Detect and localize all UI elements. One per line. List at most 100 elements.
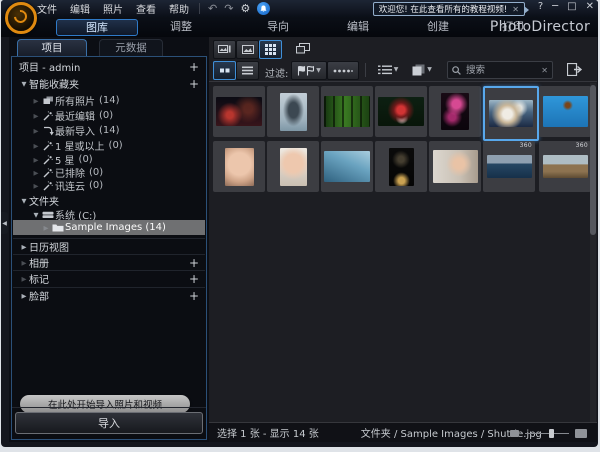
stack-options-button[interactable]: ▼: [407, 61, 437, 78]
list-view-button[interactable]: [236, 61, 259, 80]
project-header-row[interactable]: 项目 - admin +: [13, 59, 205, 74]
thumbnail-dark-legs[interactable]: [375, 141, 427, 192]
flag-filter-button[interactable]: ▼: [291, 61, 327, 80]
thumbnail-snowboarder[interactable]: [539, 86, 591, 137]
tags-row[interactable]: ▶ 标记 +: [13, 270, 205, 286]
close-button[interactable]: ✕: [586, 1, 594, 12]
expand-arrow-icon[interactable]: ▶: [19, 243, 29, 251]
import-button[interactable]: 导入: [15, 412, 203, 434]
calendar-view-row[interactable]: ▶ 日历视图: [13, 238, 205, 254]
thumbnail-pano-sea[interactable]: 360: [483, 141, 535, 192]
import-hint-callout[interactable]: 在此处开始导入照片和视频: [20, 395, 190, 413]
folders-header-row[interactable]: ▼ 文件夹: [13, 193, 205, 208]
tree-item-recently-edited[interactable]: ▶ 最近编辑 (0): [13, 108, 205, 123]
collapse-arrow-icon[interactable]: ▼: [31, 211, 41, 219]
sort-options-button[interactable]: ▼: [373, 61, 403, 78]
export-button[interactable]: [563, 60, 587, 78]
thumbnail-bridge-night[interactable]: [213, 86, 265, 137]
add-tag-icon[interactable]: +: [189, 274, 199, 284]
tree-item-label: 讯连云: [55, 178, 85, 193]
tab-adjust[interactable]: 调整: [151, 19, 211, 34]
item-count: (14): [99, 95, 120, 106]
faces-row[interactable]: ▶ 脸部 +: [13, 287, 205, 303]
thumbnail-neon-signs[interactable]: [429, 86, 481, 137]
panel-collapse-handle[interactable]: ◀: [1, 212, 8, 234]
zoom-out-thumbnail-icon[interactable]: [510, 430, 519, 437]
undo-icon[interactable]: ↶: [208, 2, 217, 15]
tree-item-one-star-up[interactable]: ▶ 1 星或以上 (0): [13, 138, 205, 153]
thumbnail-forest[interactable]: [321, 86, 373, 137]
menu-photo[interactable]: 照片: [103, 1, 123, 16]
settings-gear-icon[interactable]: ⚙: [240, 2, 250, 15]
notification-bell-icon[interactable]: [257, 2, 270, 15]
expand-arrow-icon[interactable]: ▶: [19, 292, 29, 300]
thumbnail-red-flower[interactable]: [375, 86, 427, 137]
rating-dots-filter-button[interactable]: [327, 61, 359, 80]
smart-collection-header[interactable]: ▼ 智能收藏夹 +: [13, 76, 205, 91]
expand-arrow-icon[interactable]: ▶: [19, 259, 29, 267]
view-photo-button[interactable]: [236, 40, 259, 59]
expand-arrow-icon[interactable]: ▶: [31, 142, 41, 150]
vertical-scrollbar[interactable]: [590, 83, 596, 422]
maximize-button[interactable]: □: [567, 1, 576, 12]
tab-guided[interactable]: 导向: [248, 19, 308, 34]
redo-icon[interactable]: ↷: [224, 2, 233, 15]
search-input[interactable]: [464, 64, 538, 77]
scrollbar-thumb[interactable]: [590, 85, 596, 235]
expand-arrow-icon[interactable]: ▶: [31, 182, 41, 190]
tree-item-label: 最新导入: [55, 123, 95, 138]
zoom-slider-handle[interactable]: [549, 429, 554, 438]
tab-create[interactable]: 创建: [408, 19, 468, 34]
clear-search-icon[interactable]: ✕: [541, 66, 548, 75]
tab-library[interactable]: 图库: [56, 19, 138, 36]
minimize-button[interactable]: ─: [552, 1, 558, 12]
module-tab-bar: 图库 调整 导向 编辑 创建 打印 PhotoDirector: [1, 17, 598, 37]
thumbnail-ocean-wave[interactable]: [321, 141, 373, 192]
tree-item-cyberlink-cloud[interactable]: ▶ 讯连云 (0): [13, 178, 205, 193]
thumbnails-icon: [220, 68, 230, 73]
add-face-icon[interactable]: +: [189, 291, 199, 301]
thumbnail-woman-portrait[interactable]: [429, 141, 481, 192]
photo-bridge-night: [216, 97, 262, 126]
expand-arrow-icon[interactable]: ▶: [31, 97, 41, 105]
view-grid-button[interactable]: [259, 40, 282, 59]
collapse-arrow-icon[interactable]: ▼: [19, 197, 29, 205]
sidebar-tab-metadata[interactable]: 元数据: [99, 39, 163, 57]
app-logo-icon: [5, 2, 37, 34]
expand-arrow-icon[interactable]: ▶: [31, 112, 41, 120]
tree-item-all-photos[interactable]: ▶ 所有照片 (14): [13, 93, 205, 108]
thumbnail-view-button[interactable]: [213, 61, 236, 80]
zoom-in-thumbnail-icon[interactable]: [575, 429, 587, 438]
expand-arrow-icon[interactable]: ▶: [41, 224, 51, 232]
albums-row[interactable]: ▶ 相册 +: [13, 254, 205, 270]
expand-arrow-icon[interactable]: ▶: [31, 127, 41, 135]
dual-display-button[interactable]: [291, 40, 314, 57]
tooltip-close-icon[interactable]: ✕: [512, 5, 519, 14]
tree-item-sample-images-selected[interactable]: ▶ Sample Images (14): [13, 220, 205, 235]
expand-arrow-icon[interactable]: ▶: [19, 275, 29, 283]
zoom-slider[interactable]: [525, 433, 569, 434]
tab-edit[interactable]: 编辑: [328, 19, 388, 34]
help-button[interactable]: ?: [538, 1, 543, 12]
view-browser-button[interactable]: [213, 40, 236, 59]
add-project-icon[interactable]: +: [189, 62, 199, 72]
collapse-arrow-icon[interactable]: ▼: [19, 80, 29, 88]
add-album-icon[interactable]: +: [189, 258, 199, 268]
add-smart-collection-icon[interactable]: +: [189, 79, 199, 89]
menu-help[interactable]: 帮助: [169, 1, 189, 16]
thumbnail-pano-beach[interactable]: 360: [539, 141, 591, 192]
tree-item-latest-import[interactable]: ▶ 最新导入 (14): [13, 123, 205, 138]
thumbnail-sail-boat[interactable]: [267, 86, 319, 137]
thumbnail-woman-closeup[interactable]: [213, 141, 265, 192]
photo-red-flower: [378, 97, 424, 126]
menu-view[interactable]: 查看: [136, 1, 156, 16]
toolbar-divider: [199, 3, 200, 14]
expand-arrow-icon[interactable]: ▶: [31, 169, 41, 177]
sidebar-tab-project[interactable]: 项目: [17, 39, 87, 57]
expand-arrow-icon[interactable]: ▶: [31, 156, 41, 164]
search-box[interactable]: ✕: [447, 61, 553, 79]
thumbnail-laughing-woman[interactable]: [267, 141, 319, 192]
thumbnail-shuttle-selected[interactable]: [483, 86, 539, 141]
menu-file[interactable]: 文件: [37, 1, 57, 16]
menu-edit[interactable]: 编辑: [70, 1, 90, 16]
